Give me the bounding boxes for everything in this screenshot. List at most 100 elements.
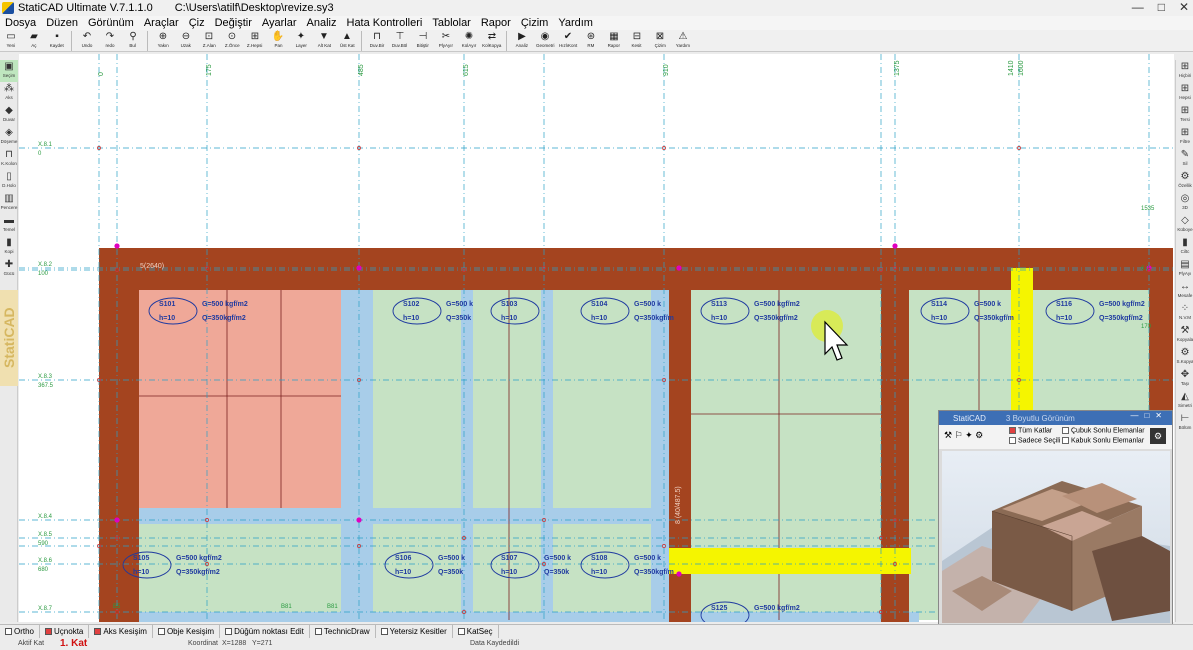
3d-view-panel[interactable]: StatiCAD 3 Boyutlu Görünüm —□✕ ⚒ ⚐ ✦ ⚙ T… [938,410,1173,626]
3d-settings-icon[interactable]: ⚙ [1150,428,1166,444]
sadece-secili-option[interactable]: Sadece Seçili [1009,437,1060,444]
left-tool-8[interactable]: ▮ Kopi [0,236,18,258]
right-tool-7[interactable]: ◇ Küboye [1176,214,1193,236]
status-toggle-4[interactable]: Düğüm noktası Edit [220,625,310,638]
right-tool-6[interactable]: ◎ 3D [1176,192,1193,214]
left-tool-5[interactable]: ▯ D.Holo [0,170,18,192]
3d-panel-titlebar[interactable]: StatiCAD 3 Boyutlu Görünüm —□✕ [939,411,1172,425]
left-tool-7[interactable]: ▬ Temel [0,214,18,236]
cubuk-checkbox[interactable] [1062,427,1069,434]
toolbar-button-31[interactable]: ⊠ Çizim [649,30,671,52]
toolbar-button-30[interactable]: ⊟ Kesit [626,30,648,52]
right-tool-5[interactable]: ⚙ Özellik [1176,170,1193,192]
toolbar-button-29[interactable]: ▦ Rapor [603,30,625,52]
toolbar-button-8[interactable]: ⊕ Yakın [152,30,174,52]
highlighted-beam-horizontal[interactable] [669,548,911,574]
right-tool-8[interactable]: ▮ Ciltc [1176,236,1193,258]
toolbar-button-12[interactable]: ⊞ Z.Hepsi [244,30,266,52]
status-toggle-7[interactable]: KatSeç [453,625,499,638]
toolbar-button-5[interactable]: ↷ redo [99,30,121,52]
status-toggle-6[interactable]: Yetersiz Kesitler [376,625,453,638]
toolbar-button-13[interactable]: ✋ Pan [267,30,289,52]
left-tool-4[interactable]: ⊓ K.Kolon [0,148,18,170]
menu-item-1[interactable]: Düzen [41,16,83,30]
tum-katlar-checkbox[interactable] [1009,427,1016,434]
toolbar-button-22[interactable]: ✺ KolAyır [458,30,480,52]
toolbar-button-2[interactable]: ▪ Kaydet [46,30,68,52]
toolbar-button-21[interactable]: ✂ PlyAyır [435,30,457,52]
left-tool-0[interactable]: ▣ Seçim [0,60,18,82]
status-toggle-3[interactable]: Obje Kesişim [153,625,221,638]
left-tool-1[interactable]: ⁂ Aks [0,82,18,104]
close-button[interactable]: ✕ [1179,0,1189,14]
menu-item-0[interactable]: Dosya [0,16,41,30]
menu-item-3[interactable]: Araçlar [139,16,184,30]
strip-horizontal-2[interactable] [119,612,919,622]
menu-item-6[interactable]: Ayarlar [257,16,302,30]
slab-s101-selected[interactable] [139,290,341,508]
left-tool-9[interactable]: ✚ Gücü [0,258,18,280]
toolbar-button-10[interactable]: ⊡ Z.Alan [198,30,220,52]
toolbar-button-14[interactable]: ✦ Layer [290,30,312,52]
toolbar-button-23[interactable]: ⇄ KolKopya [481,30,503,52]
toolbar-button-27[interactable]: ✔ HızlıKont [557,30,579,52]
node-point[interactable] [892,243,898,249]
toolbar-button-28[interactable]: ⊛ RM [580,30,602,52]
toolbar-button-1[interactable]: ▰ Aç [23,30,45,52]
right-tool-9[interactable]: ▤ PlyAyı [1176,258,1193,280]
right-tool-11[interactable]: ⁘ N.V.M [1176,302,1193,324]
3d-model-render[interactable] [942,451,1170,623]
right-tool-3[interactable]: ⊞ Filtre [1176,126,1193,148]
toolbar-button-11[interactable]: ⊙ Z.Önce [221,30,243,52]
toolbar-button-0[interactable]: ▭ Yeni [0,30,22,52]
right-tool-4[interactable]: ✎ Sil [1176,148,1193,170]
strip-horizontal-1[interactable] [119,508,667,524]
tum-katlar-option[interactable]: Tüm Katlar [1009,427,1052,434]
status-toggle-1[interactable]: Uçnokta [40,625,90,638]
sadece-secili-checkbox[interactable] [1009,437,1016,444]
status-toggle-5[interactable]: TechnicDraw [310,625,376,638]
right-tool-15[interactable]: ◭ Simetri [1176,390,1193,412]
3d-tool-icons[interactable]: ⚒ ⚐ ✦ ⚙ [944,430,983,441]
toolbar-button-32[interactable]: ⚠ Yardım [672,30,694,52]
right-tool-13[interactable]: ⚙ S.Kopya [1176,346,1193,368]
toolbar-button-19[interactable]: ⊤ Duv.Böl [389,30,411,52]
right-tool-1[interactable]: ⊞ Hepsi [1176,82,1193,104]
cubuk-option[interactable]: Çubuk Sonlu Elemanlar [1062,427,1145,434]
menu-item-2[interactable]: Görünüm [83,16,139,30]
right-tool-14[interactable]: ✥ Taşı [1176,368,1193,390]
right-tool-10[interactable]: ↔ Mesafe [1176,280,1193,302]
node-point[interactable] [114,243,120,249]
menu-item-9[interactable]: Tablolar [427,16,476,30]
right-tool-2[interactable]: ⊞ Tersi [1176,104,1193,126]
3d-render-view[interactable] [942,451,1170,623]
strip-vertical-1[interactable] [341,290,373,620]
node-point[interactable] [356,517,362,523]
right-tool-0[interactable]: ⊞ Hiçbiri [1176,60,1193,82]
left-tool-3[interactable]: ◈ Döşeme [0,126,18,148]
menu-item-7[interactable]: Analiz [302,16,342,30]
toolbar-button-26[interactable]: ◉ Geometri [534,30,556,52]
toolbar-button-15[interactable]: ▼ Alt Kat [313,30,335,52]
minimize-button[interactable]: — [1132,0,1144,14]
toolbar-button-9[interactable]: ⊖ Uzak [175,30,197,52]
node-point[interactable] [676,571,682,577]
toolbar-button-4[interactable]: ↶ Undo [76,30,98,52]
node-point[interactable] [356,265,362,271]
toolbar-button-25[interactable]: ▶ Analiz [511,30,533,52]
menu-item-10[interactable]: Rapor [476,16,516,30]
menu-item-11[interactable]: Çizim [516,16,554,30]
right-tool-16[interactable]: ⊢ Bölüm [1176,412,1193,434]
menu-item-12[interactable]: Yardım [553,16,598,30]
kabuk-checkbox[interactable] [1062,437,1069,444]
active-floor-value[interactable]: 1. Kat [60,638,87,649]
kabuk-option[interactable]: Kabuk Sonlu Elemanlar [1062,437,1144,444]
status-toggle-0[interactable]: Ortho [0,625,41,638]
3d-panel-window-buttons[interactable]: —□✕ [1130,411,1168,420]
right-tool-12[interactable]: ⚒ Kopyala [1176,324,1193,346]
toolbar-button-20[interactable]: ⊣ Bitiştir [412,30,434,52]
toolbar-button-18[interactable]: ⊓ Duv.Bir [366,30,388,52]
left-tool-2[interactable]: ◆ Duvar [0,104,18,126]
status-toggle-2[interactable]: Aks Kesişim [89,625,153,638]
maximize-button[interactable]: □ [1158,0,1165,14]
